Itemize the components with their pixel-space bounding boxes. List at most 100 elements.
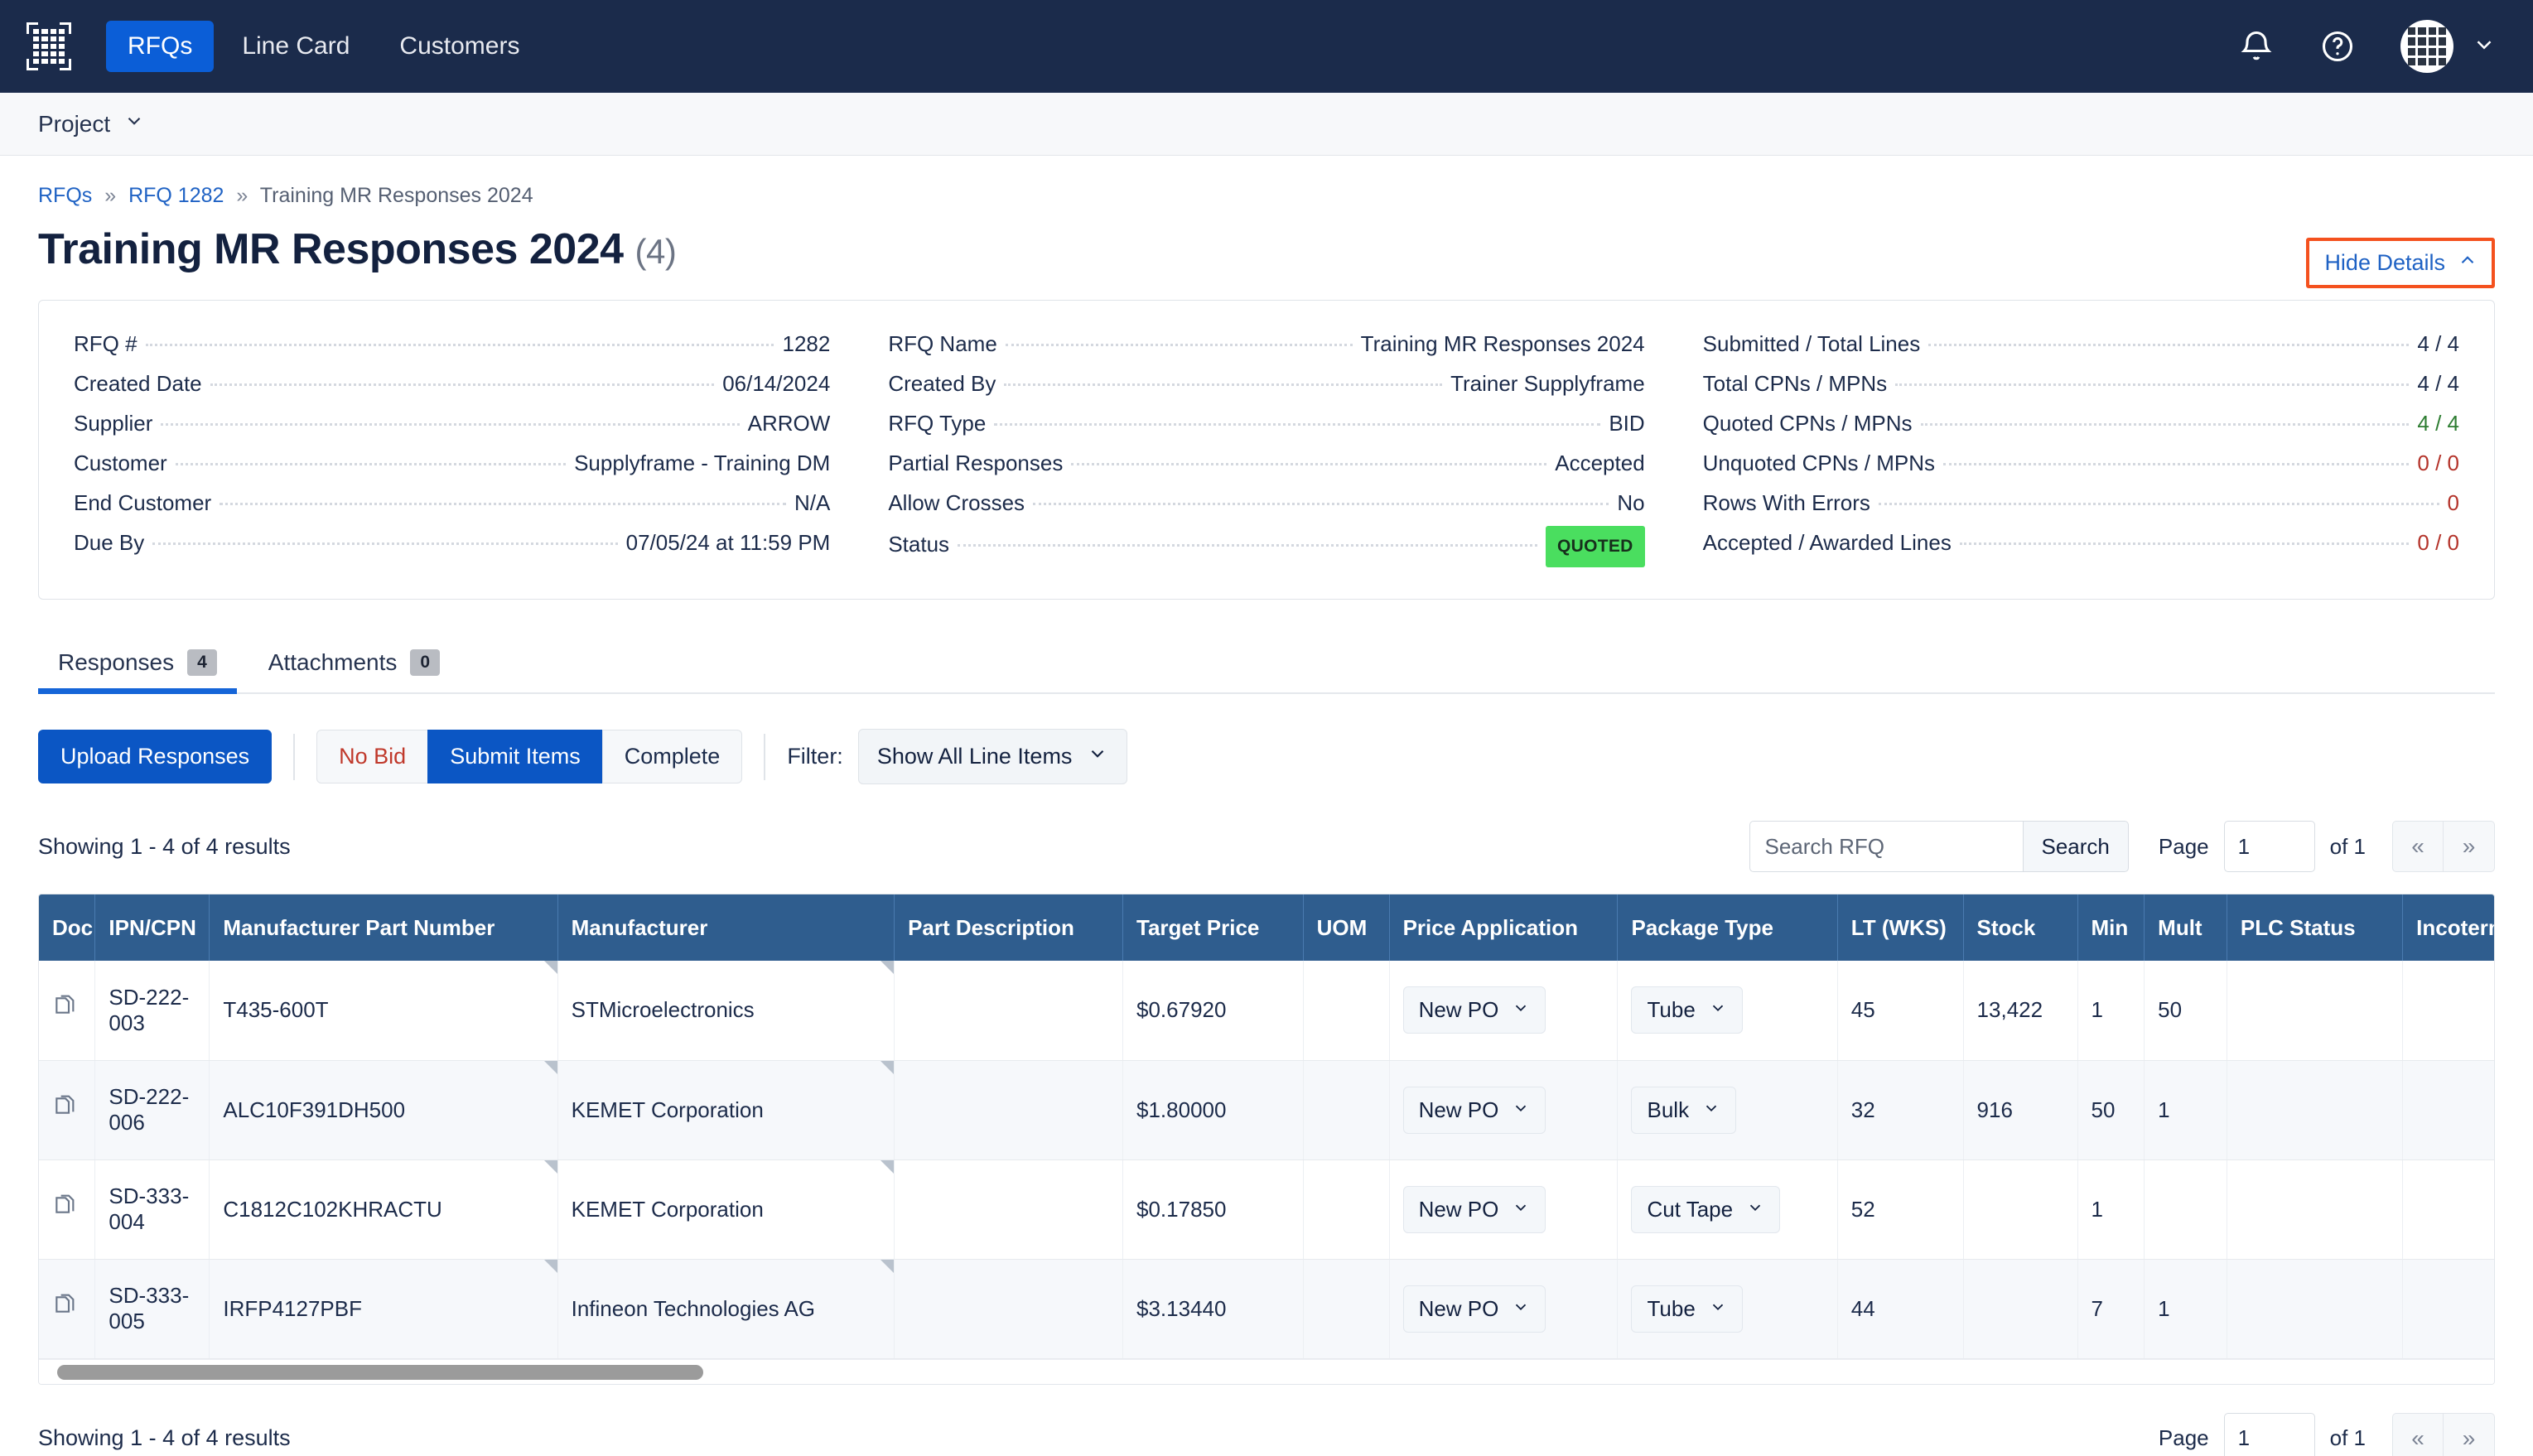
grid-logo-icon[interactable] xyxy=(25,22,73,70)
help-circle-icon[interactable] xyxy=(2319,28,2356,65)
cell-package-type[interactable]: Cut Tape xyxy=(1617,1159,1838,1260)
package-type-select[interactable]: Bulk xyxy=(1631,1086,1737,1134)
complete-button[interactable]: Complete xyxy=(601,730,743,783)
column-header-manufacturer-part-number[interactable]: Manufacturer Part Number xyxy=(209,894,558,961)
detail-value: Trainer Supplyframe xyxy=(1450,371,1645,396)
tab-attachments[interactable]: Attachments 0 xyxy=(248,634,460,692)
package-type-select[interactable]: Tube xyxy=(1631,1285,1743,1333)
cell-min: 7 xyxy=(2077,1259,2145,1359)
price-application-select[interactable]: New PO xyxy=(1402,1185,1546,1233)
cell-incoterms xyxy=(2402,1159,2494,1260)
prev-page-button[interactable]: « xyxy=(2392,1412,2444,1456)
package-type-select[interactable]: Cut Tape xyxy=(1631,1185,1781,1233)
user-menu[interactable] xyxy=(2400,20,2497,73)
project-selector[interactable]: Project xyxy=(38,110,145,137)
column-header-manufacturer[interactable]: Manufacturer xyxy=(557,894,895,961)
action-toolbar: Upload Responses No Bid Submit Items Com… xyxy=(38,729,2495,784)
cell-doc[interactable] xyxy=(39,1259,96,1359)
copy-documents-icon[interactable] xyxy=(52,1095,79,1126)
column-header-mult[interactable]: Mult xyxy=(2144,894,2227,961)
column-header-target-price[interactable]: Target Price xyxy=(1122,894,1304,961)
cell-package-type[interactable]: Tube xyxy=(1617,961,1838,1061)
cell-manufacturer-part-number[interactable]: C1812C102KHRACTU xyxy=(209,1159,558,1260)
search-input[interactable] xyxy=(1749,821,2023,872)
cell-doc[interactable] xyxy=(39,1159,96,1260)
cell-price-application[interactable]: New PO xyxy=(1389,961,1619,1061)
copy-documents-icon[interactable] xyxy=(52,995,79,1025)
tab-responses[interactable]: Responses 4 xyxy=(38,634,237,694)
page-input[interactable] xyxy=(2223,1412,2315,1456)
cell-manufacturer-part-number[interactable]: IRFP4127PBF xyxy=(209,1259,558,1359)
cell-mult xyxy=(2144,1159,2227,1260)
nav-link-rfqs[interactable]: RFQs xyxy=(106,21,215,72)
column-header-plc-status[interactable]: PLC Status xyxy=(2227,894,2404,961)
cell-min: 50 xyxy=(2077,1060,2145,1160)
copy-documents-icon[interactable] xyxy=(52,1294,79,1324)
cell-min: 1 xyxy=(2077,1159,2145,1260)
nav-link-customers[interactable]: Customers xyxy=(378,21,541,72)
column-header-doc[interactable]: Doc xyxy=(39,894,96,961)
column-header-package-type[interactable]: Package Type xyxy=(1617,894,1838,961)
detail-row: Unquoted CPNs / MPNs 0 / 0 xyxy=(1703,443,2459,483)
column-header-min[interactable]: Min xyxy=(2077,894,2145,961)
package-type-select[interactable]: Tube xyxy=(1631,986,1743,1034)
cell-uom xyxy=(1303,1060,1390,1160)
copy-documents-icon[interactable] xyxy=(52,1194,79,1225)
cell-part-description xyxy=(894,1159,1124,1260)
price-application-select[interactable]: New PO xyxy=(1402,1285,1546,1333)
next-page-button[interactable]: » xyxy=(2444,1412,2495,1456)
chevron-down-icon xyxy=(1709,997,1727,1023)
cell-flag-icon xyxy=(881,961,895,974)
submit-items-button[interactable]: Submit Items xyxy=(427,730,603,783)
page-input[interactable] xyxy=(2223,821,2315,872)
column-header-part-description[interactable]: Part Description xyxy=(894,894,1124,961)
scrollbar-thumb[interactable] xyxy=(57,1364,703,1380)
cell-doc[interactable] xyxy=(39,1060,96,1160)
cell-price-application[interactable]: New PO xyxy=(1389,1060,1619,1160)
cell-doc[interactable] xyxy=(39,961,96,1061)
column-header-stock[interactable]: Stock xyxy=(1963,894,2078,961)
leader-dots xyxy=(161,423,740,426)
detail-row: RFQ Type BID xyxy=(888,403,1644,443)
breadcrumb-item-rfqs[interactable]: RFQs xyxy=(38,184,92,207)
price-application-value: New PO xyxy=(1418,997,1499,1023)
cell-package-type[interactable]: Tube xyxy=(1617,1259,1838,1359)
breadcrumb-item-rfq-1282[interactable]: RFQ 1282 xyxy=(128,184,224,207)
cell-manufacturer[interactable]: KEMET Corporation xyxy=(557,1159,895,1260)
price-application-select[interactable]: New PO xyxy=(1402,986,1546,1034)
detail-label: Submitted / Total Lines xyxy=(1702,331,1921,356)
detail-row: Supplier ARROW xyxy=(74,403,830,443)
hide-details-button[interactable]: Hide Details xyxy=(2306,238,2495,288)
no-bid-button[interactable]: No Bid xyxy=(316,730,429,783)
cell-price-application[interactable]: New PO xyxy=(1389,1159,1619,1260)
column-header-lt-wks[interactable]: LT (WKS) xyxy=(1837,894,1964,961)
column-header-ipn-cpn[interactable]: IPN/CPN xyxy=(94,894,210,961)
hide-details-label: Hide Details xyxy=(2324,250,2445,275)
cell-price-application[interactable]: New PO xyxy=(1389,1259,1619,1359)
breadcrumb: RFQs » RFQ 1282 » Training MR Responses … xyxy=(38,156,2495,208)
column-header-incoterms[interactable]: Incoterms xyxy=(2402,894,2494,961)
price-application-select[interactable]: New PO xyxy=(1402,1086,1546,1134)
detail-row: Total CPNs / MPNs 4 / 4 xyxy=(1703,364,2459,403)
cell-manufacturer[interactable]: KEMET Corporation xyxy=(557,1060,895,1160)
column-header-price-application[interactable]: Price Application xyxy=(1389,894,1619,961)
cell-manufacturer-part-number[interactable]: ALC10F391DH500 xyxy=(209,1060,558,1160)
nav-link-line-card[interactable]: Line Card xyxy=(220,21,371,72)
bell-icon[interactable] xyxy=(2238,28,2275,65)
cell-manufacturer[interactable]: STMicroelectronics xyxy=(557,961,895,1061)
upload-responses-button[interactable]: Upload Responses xyxy=(38,730,273,783)
cell-package-type[interactable]: Bulk xyxy=(1617,1060,1838,1160)
detail-label: RFQ Type xyxy=(888,411,987,436)
cell-manufacturer-part-number[interactable]: T435-600T xyxy=(209,961,558,1061)
filter-select[interactable]: Show All Line Items xyxy=(857,729,1128,784)
next-page-button[interactable]: » xyxy=(2444,821,2495,872)
page-title-count: (4) xyxy=(634,232,677,271)
column-header-uom[interactable]: UOM xyxy=(1303,894,1390,961)
cell-manufacturer[interactable]: Infineon Technologies AG xyxy=(557,1259,895,1359)
detail-value: 0 / 0 xyxy=(2417,451,2459,475)
search-button[interactable]: Search xyxy=(2022,821,2129,872)
detail-label: End Customer xyxy=(74,490,212,515)
tab-label: Attachments xyxy=(268,649,398,675)
horizontal-scrollbar[interactable] xyxy=(39,1358,2494,1384)
prev-page-button[interactable]: « xyxy=(2392,821,2444,872)
